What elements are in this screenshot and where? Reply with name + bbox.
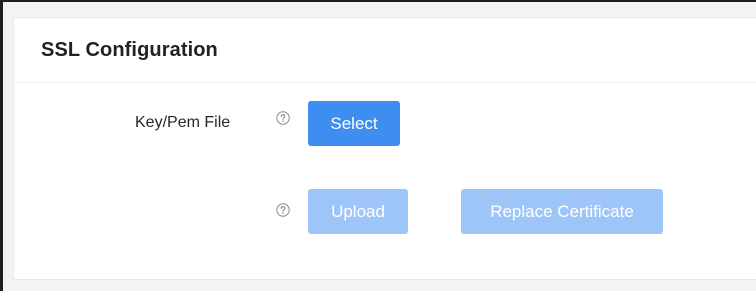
question-circle-icon[interactable]	[276, 203, 290, 217]
key-pem-file-label: Key/Pem File	[135, 114, 231, 131]
window-border-left	[0, 0, 3, 291]
select-button[interactable]: Select	[308, 101, 400, 146]
page: SSL Configuration Key/Pem File Select Up…	[0, 0, 756, 291]
replace-certificate-button[interactable]: Replace Certificate	[461, 189, 663, 234]
card-title: SSL Configuration	[41, 39, 218, 61]
ssl-configuration-card: SSL Configuration	[13, 17, 756, 280]
question-circle-icon[interactable]	[276, 111, 290, 125]
window-border-top	[0, 0, 756, 2]
card-header: SSL Configuration	[14, 18, 756, 83]
upload-button[interactable]: Upload	[308, 189, 408, 234]
